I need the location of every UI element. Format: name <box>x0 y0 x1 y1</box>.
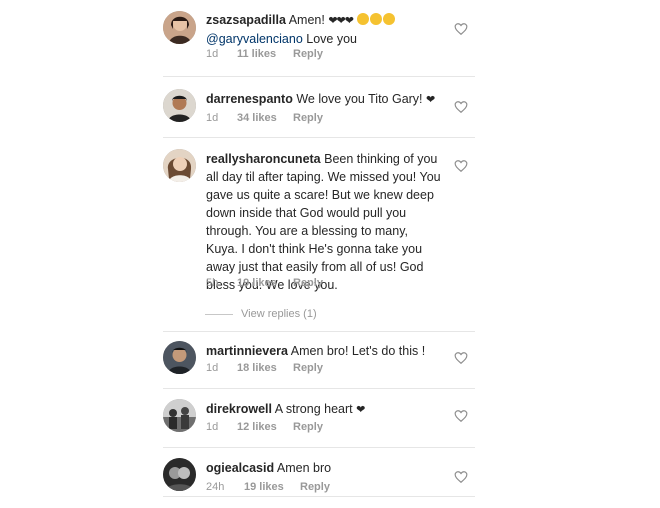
reply-button[interactable]: Reply <box>293 112 323 124</box>
comment-username[interactable]: darrenespanto <box>206 92 293 106</box>
likes-count[interactable]: 11 likes <box>237 48 293 60</box>
like-heart-icon[interactable] <box>454 470 468 484</box>
comment-body: martinnievera Amen bro! Let's do this ! <box>206 342 442 360</box>
comment-text: Amen bro! Let's do this ! <box>287 344 426 358</box>
avatar[interactable] <box>163 11 196 44</box>
avatar[interactable] <box>163 341 196 374</box>
heart-emoji: ❤ <box>356 404 365 416</box>
avatar[interactable] <box>163 399 196 432</box>
face-emoji <box>370 13 383 25</box>
likes-count[interactable]: 19 likes <box>244 481 300 493</box>
divider <box>163 137 475 138</box>
comment-meta: 1d 18 likes Reply <box>206 362 323 374</box>
comment-body: reallysharoncuneta Been thinking of you … <box>206 150 442 294</box>
avatar[interactable] <box>163 89 196 122</box>
avatar[interactable] <box>163 149 196 182</box>
comment-username[interactable]: reallysharoncuneta <box>206 152 321 166</box>
comment-text: Amen! <box>288 13 329 27</box>
comment-text: Been thinking of you all day til after t… <box>206 152 441 292</box>
view-replies-link[interactable]: View replies (1) <box>205 308 317 320</box>
like-heart-icon[interactable] <box>454 409 468 423</box>
comment-meta: 1d 34 likes Reply <box>206 112 323 124</box>
comment-username[interactable]: ogiealcasid <box>206 461 274 475</box>
likes-count[interactable]: 12 likes <box>237 421 293 433</box>
heart-emoji: ❤❤❤ <box>328 15 354 27</box>
reply-button[interactable]: Reply <box>293 277 323 289</box>
comment-username[interactable]: martinnievera <box>206 344 288 358</box>
like-heart-icon[interactable] <box>454 22 468 36</box>
view-replies-line <box>205 313 233 315</box>
reply-button[interactable]: Reply <box>293 48 323 60</box>
comment-text: Amen bro <box>274 461 332 475</box>
comment-text: We love you Tito Gary! <box>292 92 426 106</box>
like-heart-icon[interactable] <box>454 159 468 173</box>
avatar[interactable] <box>163 458 196 491</box>
comment-time: 1d <box>206 112 219 124</box>
comment-meta: 5h 19 likes Reply <box>206 277 323 289</box>
face-emoji <box>357 13 370 25</box>
divider <box>163 447 475 448</box>
comment-meta: 1d 12 likes Reply <box>206 421 323 433</box>
divider <box>163 331 475 332</box>
likes-count[interactable]: 34 likes <box>237 112 293 124</box>
comment-time: 5h <box>206 277 219 289</box>
comment-meta: 24h 19 likes Reply <box>206 481 330 493</box>
divider <box>163 496 475 497</box>
comment-time: 24h <box>206 481 225 493</box>
mention-link[interactable]: @garyvalenciano <box>206 32 303 46</box>
like-heart-icon[interactable] <box>454 100 468 114</box>
comment-time: 1d <box>206 362 219 374</box>
comment-body: direkrowell A strong heart ❤ <box>206 400 442 419</box>
face-emoji <box>383 13 396 25</box>
divider <box>163 76 475 77</box>
reply-button[interactable]: Reply <box>293 362 323 374</box>
likes-count[interactable]: 18 likes <box>237 362 293 374</box>
heart-emoji: ❤ <box>426 94 435 106</box>
divider <box>163 388 475 389</box>
comment-meta: 1d 11 likes Reply <box>206 48 323 60</box>
likes-count[interactable]: 19 likes <box>237 277 293 289</box>
comment-text: Love you <box>302 32 357 46</box>
reply-button[interactable]: Reply <box>293 421 323 433</box>
comment-text: A strong heart <box>272 402 357 416</box>
comment-body: zsazsapadilla Amen! ❤❤❤ @garyvalenciano … <box>206 11 442 48</box>
comment-body: darrenespanto We love you Tito Gary! ❤ <box>206 90 442 109</box>
like-heart-icon[interactable] <box>454 351 468 365</box>
comment-username[interactable]: zsazsapadilla <box>206 13 286 27</box>
comment-time: 1d <box>206 48 219 60</box>
comment-username[interactable]: direkrowell <box>206 402 272 416</box>
comment-time: 1d <box>206 421 219 433</box>
reply-button[interactable]: Reply <box>300 481 330 493</box>
view-replies-label: View replies (1) <box>241 308 317 320</box>
comment-body: ogiealcasid Amen bro <box>206 459 442 477</box>
